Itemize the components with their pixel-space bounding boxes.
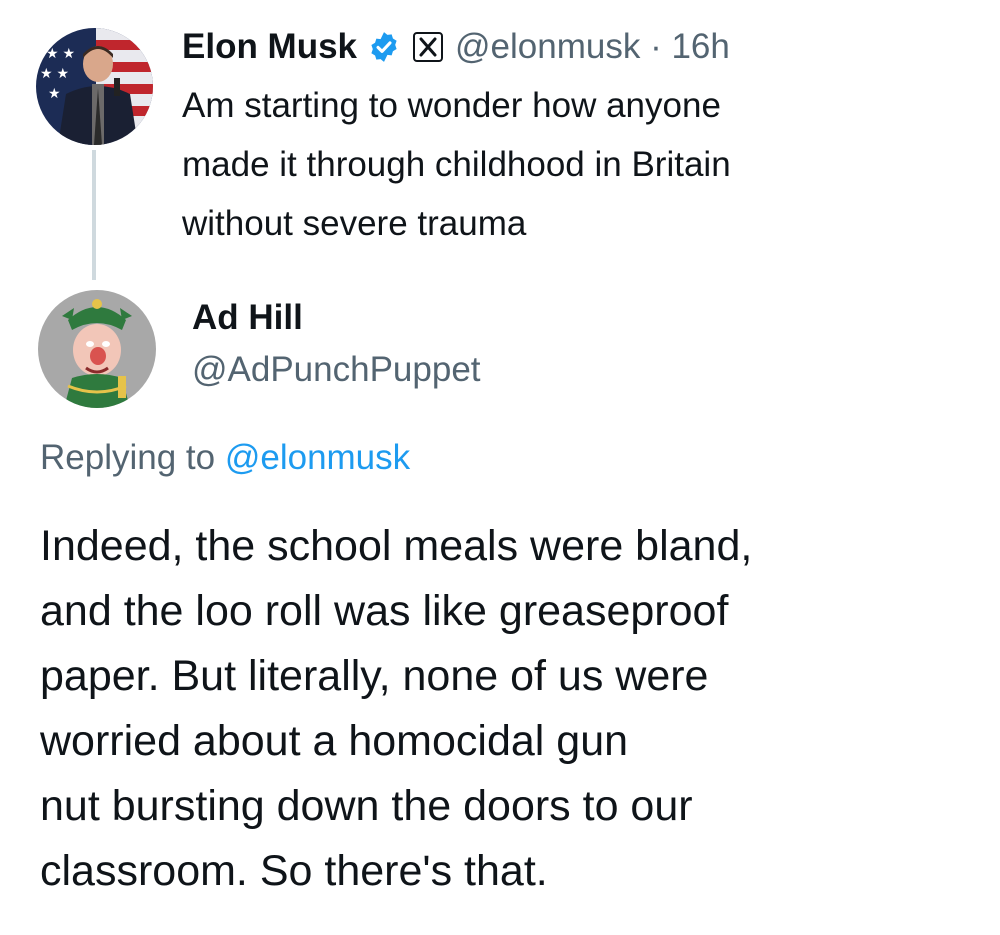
author-name[interactable]: Elon Musk (182, 27, 357, 67)
thread-line (92, 150, 96, 280)
replying-mention-link[interactable]: @elonmusk (225, 438, 410, 477)
avatar-ad-hill[interactable] (38, 290, 156, 408)
avatar-elon[interactable]: ★ ★ ★ ★ ★ (36, 28, 153, 145)
reply-text-line: classroom. So there's that. (40, 847, 548, 895)
tweet-text-line: without severe trauma (182, 204, 527, 243)
tweet-header: Elon Musk @elonmusk · 16h (182, 22, 730, 72)
x-logo-icon (413, 32, 444, 62)
avatar-elon-image: ★ ★ ★ ★ ★ (36, 28, 153, 145)
reply-text-line: worried about a homocidal gun (40, 717, 629, 765)
svg-text:★ ★: ★ ★ (46, 45, 75, 61)
author-handle[interactable]: @elonmusk · 16h (455, 27, 730, 67)
reply-text-line: paper. But literally, none of us were (40, 652, 709, 700)
replying-to: Replying to @elonmusk (40, 438, 410, 478)
reply-text: Indeed, the school meals were bland, and… (40, 514, 980, 904)
reply-author-name[interactable]: Ad Hill (192, 298, 303, 338)
avatar-ad-hill-image (38, 290, 156, 408)
svg-text:★: ★ (48, 85, 61, 101)
tweet-text-line: made it through childhood in Britain (182, 145, 731, 184)
replying-prefix: Replying to (40, 438, 225, 477)
separator: · (640, 27, 672, 66)
reply-text-line: Indeed, the school meals were bland, (40, 522, 753, 570)
tweet-text: Am starting to wonder how anyone made it… (182, 76, 982, 253)
tweet-text-line: Am starting to wonder how anyone (182, 86, 721, 125)
reply-text-line: and the loo roll was like greaseproof (40, 587, 729, 635)
reply-text-line: nut bursting down the doors to our (40, 782, 693, 830)
reply-author-handle[interactable]: @AdPunchPuppet (192, 350, 481, 390)
verified-badge-icon (367, 30, 401, 64)
timestamp[interactable]: 16h (671, 27, 729, 66)
svg-text:★ ★: ★ ★ (40, 65, 69, 81)
handle-text: @elonmusk (455, 27, 641, 66)
